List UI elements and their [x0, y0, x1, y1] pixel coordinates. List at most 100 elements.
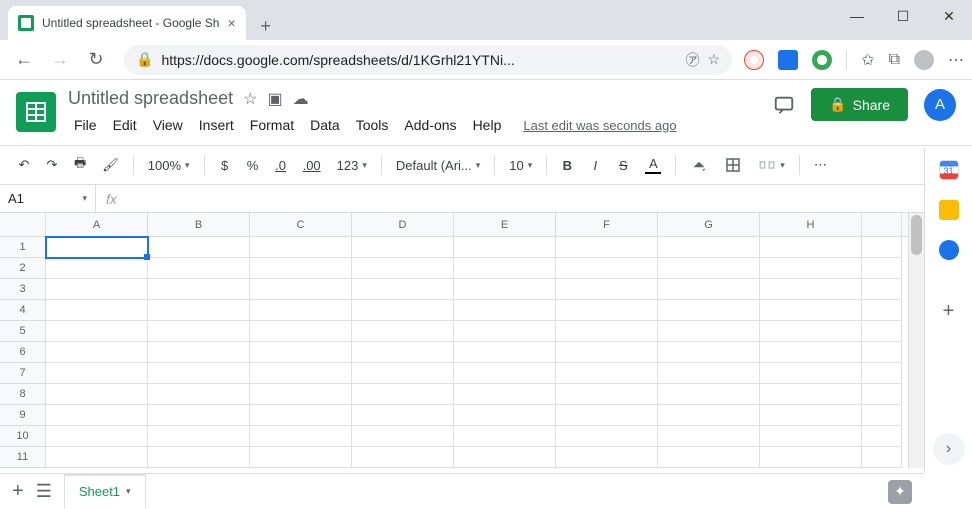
cell[interactable]: [250, 279, 352, 300]
cell[interactable]: [556, 279, 658, 300]
url-input[interactable]: 🔒 https://docs.google.com/spreadsheets/d…: [124, 45, 732, 75]
cell[interactable]: [556, 300, 658, 321]
cell[interactable]: [454, 258, 556, 279]
borders-button[interactable]: [718, 152, 748, 178]
cell[interactable]: [148, 426, 250, 447]
cell[interactable]: [760, 342, 862, 363]
cell[interactable]: [658, 363, 760, 384]
cell[interactable]: [658, 237, 760, 258]
cell[interactable]: [760, 300, 862, 321]
star-icon[interactable]: ☆: [243, 89, 257, 109]
cell[interactable]: [454, 363, 556, 384]
cell[interactable]: [46, 237, 148, 258]
cell[interactable]: [148, 279, 250, 300]
cell[interactable]: [454, 321, 556, 342]
cell[interactable]: [46, 447, 148, 468]
reload-button[interactable]: ↻: [80, 44, 112, 76]
cell[interactable]: [556, 321, 658, 342]
cell[interactable]: [454, 237, 556, 258]
cell[interactable]: [352, 405, 454, 426]
col-header-f[interactable]: F: [556, 213, 658, 236]
cell[interactable]: [760, 279, 862, 300]
cell[interactable]: [862, 447, 902, 468]
cell[interactable]: [862, 279, 902, 300]
cell[interactable]: [352, 279, 454, 300]
collapse-side-panel-button[interactable]: ›: [933, 433, 965, 465]
row-header[interactable]: 1: [0, 237, 46, 258]
row-header[interactable]: 6: [0, 342, 46, 363]
font-dropdown[interactable]: Default (Ari...: [390, 154, 486, 177]
minimize-button[interactable]: —: [834, 0, 880, 32]
profile-icon[interactable]: [914, 50, 934, 70]
font-size-dropdown[interactable]: 10: [503, 154, 538, 177]
cell[interactable]: [454, 405, 556, 426]
strikethrough-button[interactable]: S: [611, 152, 635, 178]
row-header[interactable]: 11: [0, 447, 46, 468]
cell[interactable]: [46, 342, 148, 363]
text-color-button[interactable]: A: [639, 152, 667, 178]
cell[interactable]: [352, 300, 454, 321]
cell[interactable]: [148, 258, 250, 279]
menu-data[interactable]: Data: [304, 113, 346, 137]
bookmark-icon[interactable]: ☆: [708, 51, 721, 68]
percent-button[interactable]: %: [241, 152, 265, 178]
cell[interactable]: [148, 363, 250, 384]
cell[interactable]: [148, 384, 250, 405]
add-side-panel-icon[interactable]: +: [943, 300, 955, 323]
cell[interactable]: [556, 342, 658, 363]
cell[interactable]: [862, 384, 902, 405]
ext-icon-2[interactable]: [778, 50, 798, 70]
cell[interactable]: [760, 384, 862, 405]
menu-format[interactable]: Format: [244, 113, 300, 137]
cell[interactable]: [250, 426, 352, 447]
all-sheets-button[interactable]: ☰: [36, 481, 52, 502]
cell[interactable]: [760, 321, 862, 342]
comments-button[interactable]: [773, 94, 795, 116]
formula-input[interactable]: [127, 185, 972, 212]
zoom-dropdown[interactable]: 100%: [142, 154, 196, 177]
cell[interactable]: [250, 447, 352, 468]
cell[interactable]: [148, 342, 250, 363]
cloud-icon[interactable]: ☁: [293, 89, 309, 109]
close-window-button[interactable]: ✕: [926, 0, 972, 32]
menu-addons[interactable]: Add-ons: [398, 113, 462, 137]
cell[interactable]: [352, 363, 454, 384]
cell[interactable]: [556, 237, 658, 258]
decrease-decimal-button[interactable]: .0: [269, 152, 293, 178]
ext-icon-1[interactable]: [744, 50, 764, 70]
cell[interactable]: [352, 426, 454, 447]
cell[interactable]: [250, 405, 352, 426]
cell[interactable]: [760, 363, 862, 384]
cell[interactable]: [250, 300, 352, 321]
row-header[interactable]: 5: [0, 321, 46, 342]
cell[interactable]: [352, 447, 454, 468]
cell[interactable]: [454, 426, 556, 447]
col-header-b[interactable]: B: [148, 213, 250, 236]
col-header-h[interactable]: H: [760, 213, 862, 236]
cell[interactable]: [862, 405, 902, 426]
cell[interactable]: [148, 300, 250, 321]
cell[interactable]: [760, 447, 862, 468]
vertical-scrollbar[interactable]: [908, 213, 924, 468]
back-button[interactable]: ←: [8, 44, 40, 76]
cell[interactable]: [658, 258, 760, 279]
keep-icon[interactable]: [939, 200, 959, 220]
row-header[interactable]: 2: [0, 258, 46, 279]
row-header[interactable]: 8: [0, 384, 46, 405]
cell[interactable]: [862, 300, 902, 321]
menu-help[interactable]: Help: [467, 113, 508, 137]
row-header[interactable]: 10: [0, 426, 46, 447]
cell[interactable]: [454, 447, 556, 468]
col-header-extra[interactable]: [862, 213, 902, 236]
more-toolbar-button[interactable]: ⋯: [808, 152, 833, 178]
explore-button[interactable]: ✦: [888, 480, 912, 504]
cell[interactable]: [658, 300, 760, 321]
cell[interactable]: [148, 447, 250, 468]
cell[interactable]: [46, 405, 148, 426]
cell[interactable]: [556, 447, 658, 468]
translate-icon[interactable]: ㋐: [686, 50, 700, 70]
favorites-icon[interactable]: ✩: [861, 50, 874, 70]
cell[interactable]: [250, 321, 352, 342]
cell[interactable]: [658, 321, 760, 342]
cell[interactable]: [454, 279, 556, 300]
